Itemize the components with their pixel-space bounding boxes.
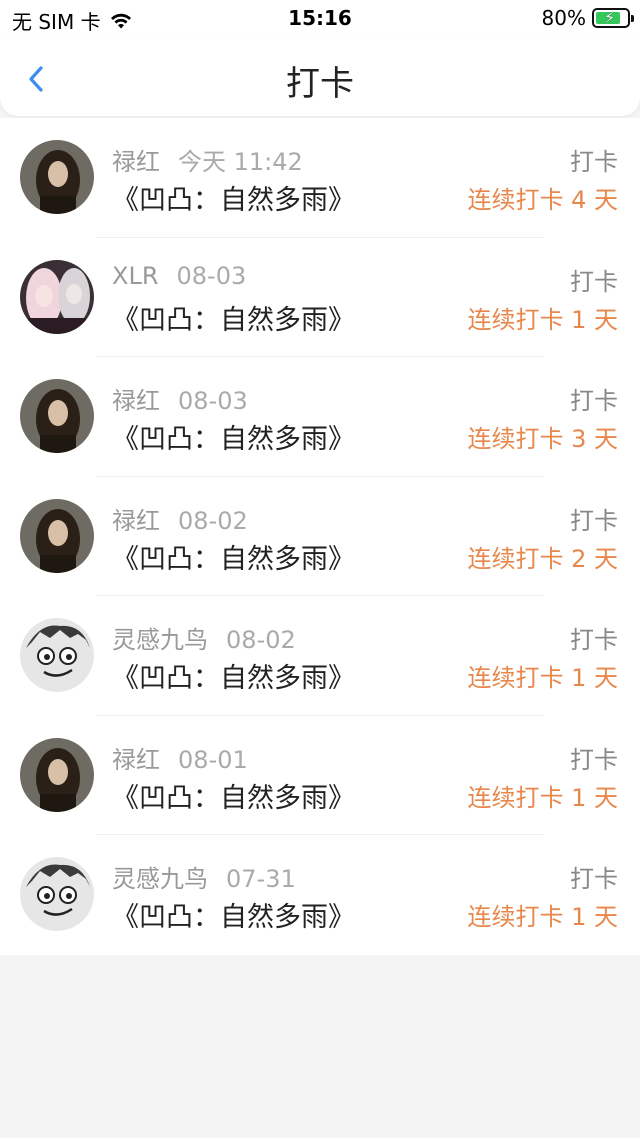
user-name[interactable]: 灵感九鸟: [112, 626, 208, 654]
checkin-date: 今天 11:42: [178, 148, 303, 176]
book-title: 《凹凸：自然多雨》: [112, 782, 355, 814]
battery-charging-icon: ⚡: [592, 8, 634, 28]
streak-text: 连续打卡 1 天: [467, 903, 618, 931]
book-title: 《凹凸：自然多雨》: [112, 902, 355, 933]
checkin-row[interactable]: XLR 08-03 《凹凸：自然多雨》 打卡 连续打卡 1 天: [0, 238, 640, 357]
checkin-date: 07-31: [226, 865, 296, 893]
checkin-meta: 禄红 08-01: [112, 740, 248, 775]
checkin-row[interactable]: 禄红 08-03 《凹凸：自然多雨》 打卡 连续打卡 3 天: [0, 357, 640, 477]
checkin-meta: 禄红 今天 11:42: [112, 142, 303, 177]
avatar[interactable]: [20, 140, 94, 214]
avatar[interactable]: [20, 498, 94, 573]
checkin-meta: 灵感九鸟 07-31: [112, 859, 296, 894]
checkin-label: 打卡: [570, 267, 618, 296]
streak-text: 连续打卡 3 天: [467, 425, 618, 453]
checkin-meta: 灵感九鸟 08-02: [112, 620, 296, 655]
streak-text: 连续打卡 1 天: [467, 664, 618, 692]
book-title: 《凹凸：自然多雨》: [112, 424, 355, 455]
book-title: 《凹凸：自然多雨》: [112, 185, 355, 216]
checkin-label: 打卡: [570, 506, 618, 535]
checkin-row[interactable]: 禄红 08-01 《凹凸：自然多雨》 打卡 连续打卡 1 天: [0, 716, 640, 835]
user-name[interactable]: 禄红: [112, 387, 160, 415]
avatar[interactable]: [20, 379, 94, 453]
checkin-date: 08-02: [226, 626, 296, 654]
avatar[interactable]: [20, 857, 94, 931]
streak-text: 连续打卡 2 天: [467, 544, 618, 573]
checkin-date: 08-03: [176, 261, 247, 290]
checkin-meta: 禄红 08-02: [112, 501, 248, 536]
book-title: 《凹凸：自然多雨》: [112, 543, 355, 575]
user-name[interactable]: 禄红: [112, 746, 160, 774]
book-title: 《凹凸：自然多雨》: [112, 304, 355, 336]
battery-group: 80% ⚡: [541, 6, 634, 30]
checkin-label: 打卡: [570, 387, 618, 415]
checkin-label: 打卡: [570, 865, 618, 893]
user-name[interactable]: 禄红: [112, 507, 160, 535]
user-name[interactable]: XLR: [112, 262, 159, 290]
page-title: 打卡: [286, 64, 354, 104]
checkin-meta: XLR 08-03: [112, 262, 246, 290]
checkin-meta: 禄红 08-03: [112, 381, 248, 416]
user-name[interactable]: 禄红: [112, 148, 160, 176]
streak-text: 连续打卡 4 天: [467, 186, 618, 214]
checkin-label: 打卡: [570, 745, 618, 774]
user-name[interactable]: 灵感九鸟: [112, 865, 208, 893]
checkin-list: 禄红 今天 11:42 《凹凸：自然多雨》 打卡 连续打卡 4 天 XLR 08-0…: [0, 118, 640, 955]
nav-bar: 打卡: [0, 36, 640, 116]
checkin-label: 打卡: [570, 148, 618, 176]
checkin-date: 08-02: [178, 506, 248, 535]
book-title: 《凹凸：自然多雨》: [112, 663, 355, 694]
checkin-label: 打卡: [570, 626, 618, 654]
battery-percent: 80%: [541, 6, 586, 30]
avatar[interactable]: [20, 737, 94, 812]
checkin-date: 08-03: [178, 387, 248, 415]
streak-text: 连续打卡 1 天: [467, 305, 618, 334]
status-bar: 无 SIM 卡 15:16 80% ⚡: [0, 0, 640, 36]
streak-text: 连续打卡 1 天: [467, 783, 618, 812]
checkin-date: 08-01: [178, 745, 248, 774]
checkin-row[interactable]: 禄红 今天 11:42 《凹凸：自然多雨》 打卡 连续打卡 4 天: [0, 118, 640, 238]
checkin-row[interactable]: 禄红 08-02 《凹凸：自然多雨》 打卡 连续打卡 2 天: [0, 477, 640, 596]
checkin-row[interactable]: 灵感九鸟 07-31 《凹凸：自然多雨》 打卡 连续打卡 1 天: [0, 835, 640, 955]
avatar[interactable]: [20, 259, 94, 334]
checkin-row[interactable]: 灵感九鸟 08-02 《凹凸：自然多雨》 打卡 连续打卡 1 天: [0, 596, 640, 716]
avatar[interactable]: [20, 618, 94, 692]
